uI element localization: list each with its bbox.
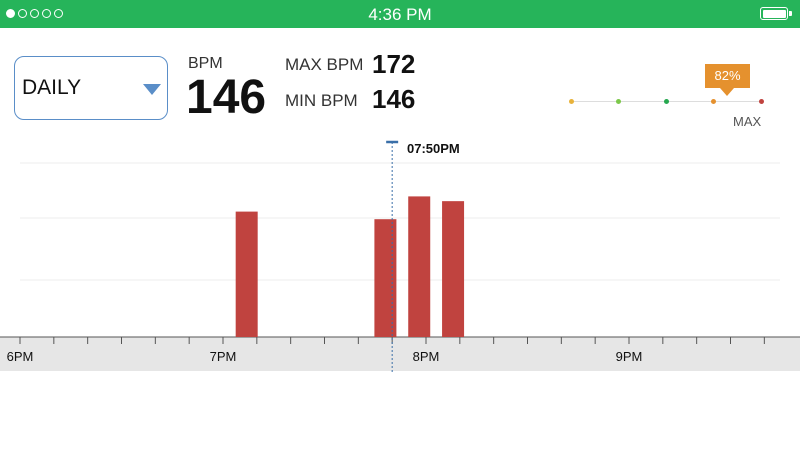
max-bpm-label: MAX BPM <box>285 55 364 74</box>
bpm-value: 146 <box>186 71 267 124</box>
zone-dot <box>616 99 621 104</box>
min-bpm-value: 146 <box>372 84 416 114</box>
zone-dot <box>663 99 669 104</box>
zone-dot <box>758 99 764 104</box>
x-tick-label: 6PM <box>7 349 34 364</box>
bar <box>374 219 397 337</box>
range-select-value: DAILY <box>22 76 82 99</box>
zone-dot <box>711 99 716 104</box>
zone-percent-badge: 82% <box>705 64 750 88</box>
cursor-time-label: 07:50PM <box>407 141 460 156</box>
min-bpm-label: MIN BPM <box>285 91 358 110</box>
x-tick-label: 8PM <box>413 349 440 364</box>
zone-dot <box>568 99 574 104</box>
zone-max-label: MAX <box>733 114 762 129</box>
x-tick-label: 9PM <box>616 349 643 364</box>
bar <box>442 201 465 337</box>
bar <box>235 211 258 337</box>
range-select[interactable]: DAILY <box>14 56 168 120</box>
caret-down-icon <box>143 84 161 95</box>
bar-series <box>235 196 465 337</box>
battery-icon <box>760 7 788 20</box>
battery-tip <box>789 11 792 16</box>
time-axis-band <box>0 337 800 371</box>
status-bar: 4:36 PM <box>0 0 800 28</box>
bar <box>408 196 431 337</box>
zone-badge-pointer <box>720 88 734 96</box>
status-time: 4:36 PM <box>368 5 432 24</box>
max-bpm-value: 172 <box>372 49 416 79</box>
heart-rate-chart[interactable]: 6PM 7PM 8PM 9PM <box>0 136 800 376</box>
x-tick-label: 7PM <box>210 349 237 364</box>
